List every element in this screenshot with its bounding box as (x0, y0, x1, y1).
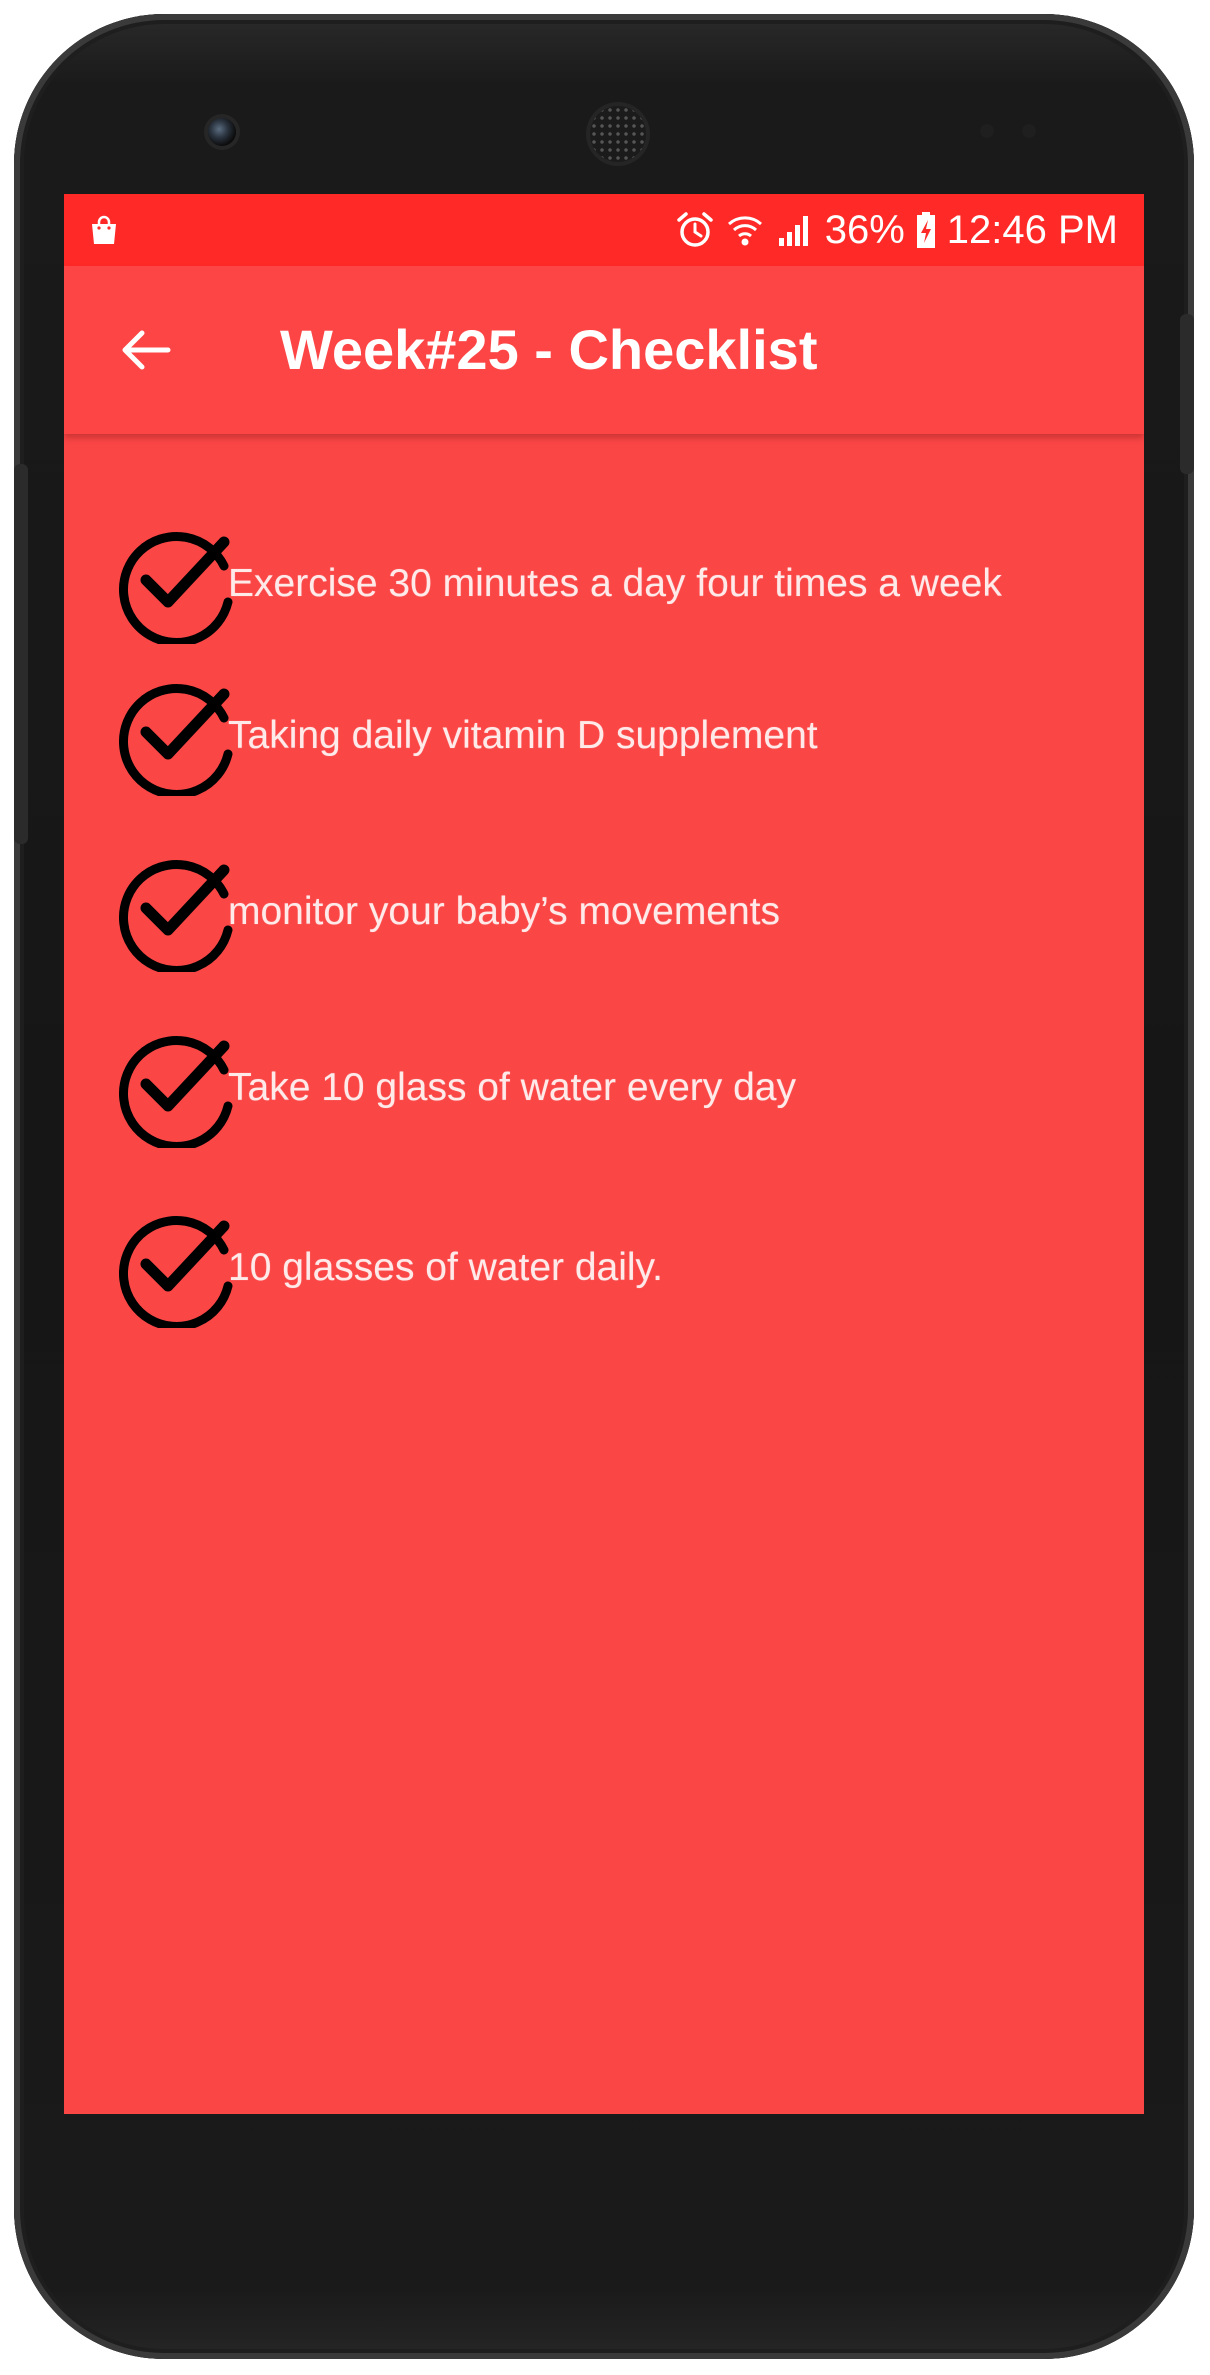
check-circle-icon (106, 1208, 236, 1331)
check-circle-icon (106, 524, 236, 647)
front-camera (208, 118, 236, 146)
light-sensor (1022, 124, 1036, 138)
app-bar: Week#25 - Checklist (64, 266, 1144, 434)
alarm-icon (675, 210, 715, 250)
battery-percent: 36% (824, 207, 905, 252)
checklist-item[interactable]: 10 glasses of water daily. (106, 1208, 1144, 1331)
check-circle-icon (106, 1028, 236, 1151)
page: 36% 12:46 PM Week#25 - Checklist Exercis… (0, 0, 1210, 2375)
checklist-item-label: Taking daily vitamin D supplement (228, 714, 818, 757)
check-circle-icon (106, 852, 236, 975)
power-button (1180, 314, 1194, 474)
proximity-sensor (980, 124, 994, 138)
arrow-back-icon[interactable] (114, 318, 178, 382)
wifi-icon (725, 210, 765, 250)
checklist-item-label: Exercise 30 minutes a day four times a w… (228, 562, 1002, 605)
checklist-item[interactable]: Take 10 glass of water every day (106, 1028, 1144, 1151)
shopping-bag-icon (88, 214, 120, 246)
status-bar: 36% 12:46 PM (64, 194, 1144, 266)
checklist-item[interactable]: monitor your baby’s movements (106, 852, 1144, 975)
checklist-item-label: Take 10 glass of water every day (228, 1066, 796, 1109)
checklist-item[interactable]: Taking daily vitamin D supplement (106, 676, 1144, 799)
checklist-item-label: 10 glasses of water daily. (228, 1246, 663, 1289)
clock-time: 12:46 PM (946, 207, 1118, 252)
status-icons: 36% 12:46 PM (675, 194, 1118, 266)
checklist-item[interactable]: Exercise 30 minutes a day four times a w… (106, 524, 1144, 647)
earpiece-speaker (590, 106, 646, 162)
page-title: Week#25 - Checklist (280, 318, 818, 381)
screen: 36% 12:46 PM Week#25 - Checklist Exercis… (64, 194, 1144, 2114)
battery-charging-icon (915, 210, 937, 250)
volume-button (14, 464, 28, 844)
signal-icon (775, 210, 815, 250)
checklist-item-label: monitor your baby’s movements (228, 890, 781, 933)
check-circle-icon (106, 676, 236, 799)
